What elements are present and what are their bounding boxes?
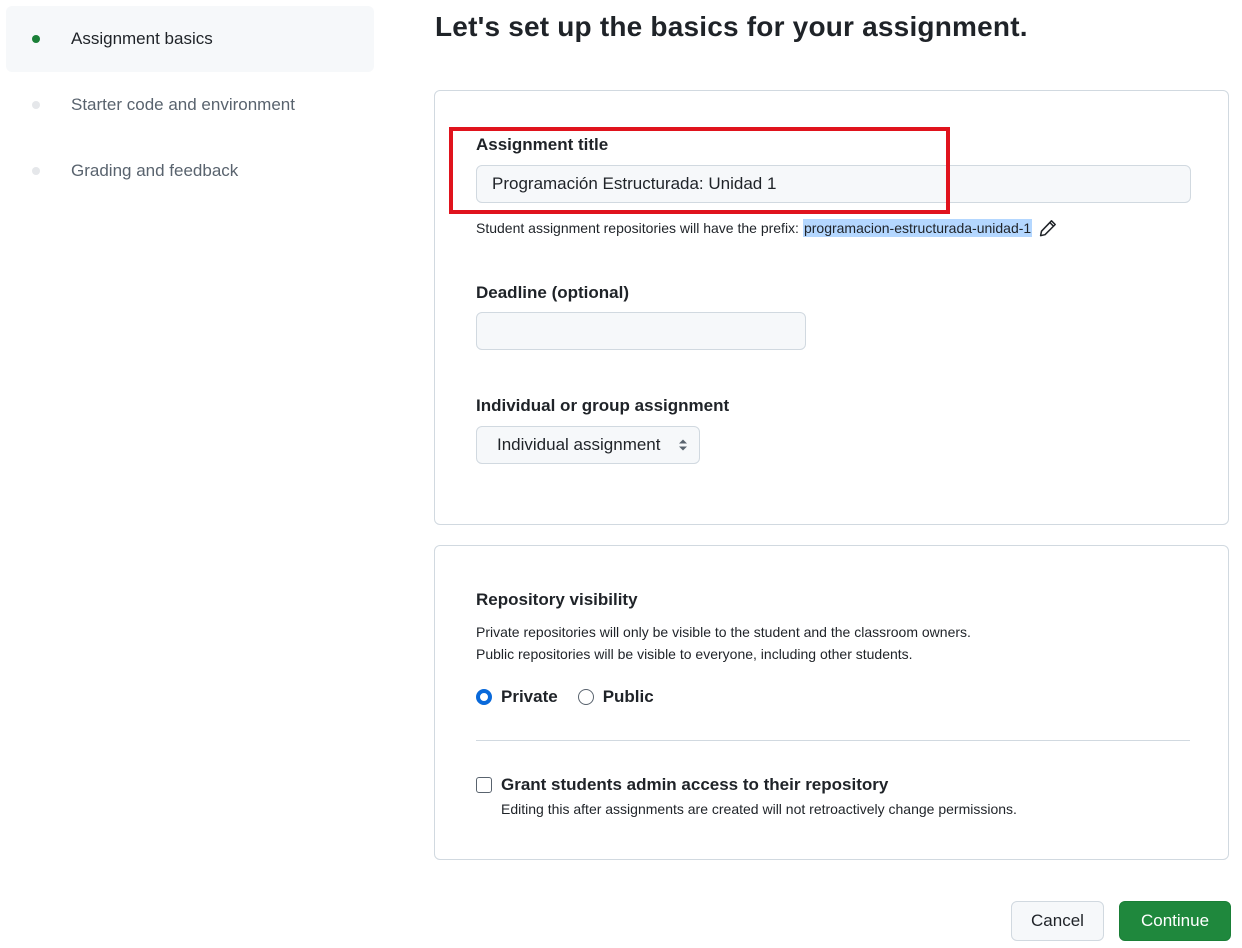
private-radio-label[interactable]: Private	[501, 687, 558, 707]
admin-access-label[interactable]: Grant students admin access to their rep…	[501, 775, 888, 795]
step-starter-code[interactable]: Starter code and environment	[6, 72, 374, 138]
page-title: Let's set up the basics for your assignm…	[435, 11, 1028, 42]
continue-button[interactable]: Continue	[1119, 901, 1231, 941]
assignment-title-input[interactable]	[476, 165, 1191, 203]
select-caret-icon	[679, 439, 687, 451]
visibility-desc-private: Private repositories will only be visibl…	[476, 624, 971, 640]
assignment-title-label: Assignment title	[476, 135, 609, 154]
step-dot-icon	[32, 101, 40, 109]
prefix-hint: Student assignment repositories will hav…	[476, 218, 1058, 238]
step-dot-icon	[32, 167, 40, 175]
private-radio[interactable]	[476, 689, 492, 705]
step-label: Starter code and environment	[71, 95, 295, 114]
visibility-radio-group: Private Public	[476, 687, 674, 707]
assignment-type-value: Individual assignment	[497, 435, 661, 454]
repo-visibility-label: Repository visibility	[476, 590, 638, 609]
admin-access-checkbox[interactable]	[476, 777, 492, 793]
basics-card: Assignment title Student assignment repo…	[434, 90, 1229, 525]
cancel-button[interactable]: Cancel	[1011, 901, 1104, 941]
step-label: Assignment basics	[71, 29, 213, 48]
public-radio[interactable]	[577, 689, 594, 705]
steps-sidebar: Assignment basics Starter code and envir…	[6, 6, 374, 204]
step-label: Grading and feedback	[71, 161, 239, 180]
prefix-hint-text: Student assignment repositories will hav…	[476, 220, 799, 236]
deadline-input[interactable]	[476, 312, 806, 350]
step-grading-feedback[interactable]: Grading and feedback	[6, 138, 374, 204]
step-assignment-basics[interactable]: Assignment basics	[6, 6, 374, 72]
pencil-icon[interactable]	[1038, 218, 1058, 238]
deadline-label: Deadline (optional)	[476, 283, 629, 302]
step-active-dot-icon	[32, 35, 40, 43]
visibility-card: Repository visibility Private repositori…	[434, 545, 1229, 860]
assignment-type-select[interactable]: Individual assignment	[476, 426, 700, 464]
assignment-type-label: Individual or group assignment	[476, 396, 730, 415]
admin-access-desc: Editing this after assignments are creat…	[501, 801, 1017, 817]
visibility-desc-public: Public repositories will be visible to e…	[476, 646, 913, 662]
divider	[476, 740, 1190, 741]
public-radio-label[interactable]: Public	[603, 687, 654, 707]
repo-prefix-value: programacion-estructurada-unidad-1	[802, 219, 1033, 237]
